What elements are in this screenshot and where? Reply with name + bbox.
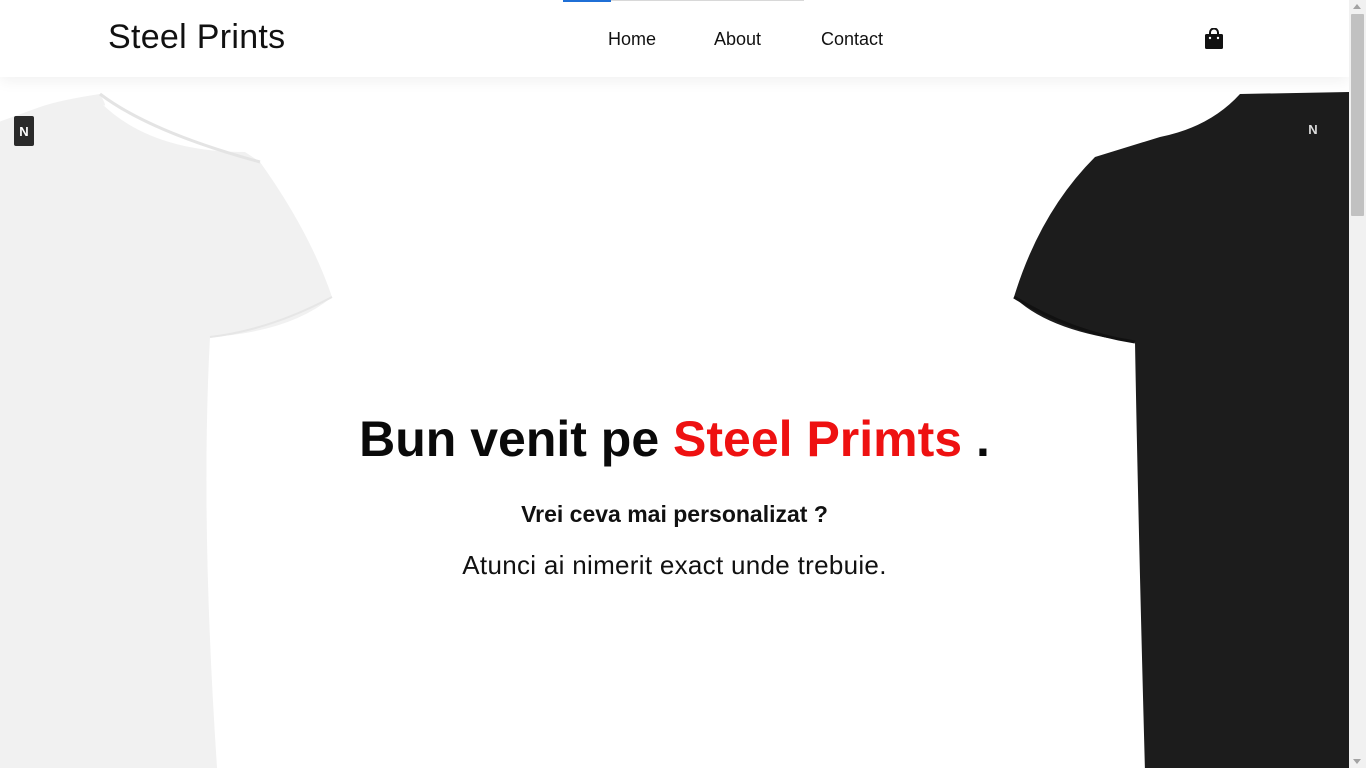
scroll-progress-bar — [563, 0, 804, 2]
hero-title: Bun venit pe Steel Primts . — [0, 405, 1349, 473]
scroll-progress-fill — [563, 0, 612, 2]
scroll-up-arrow-icon[interactable] — [1353, 4, 1361, 9]
hero-text: Atunci ai nimerit exact unde trebuie. — [462, 550, 887, 580]
nav-link-home[interactable]: Home — [608, 29, 656, 50]
hero-title-suffix: . — [962, 411, 990, 467]
hero-subtitle: Vrei ceva mai personalizat ? — [521, 501, 828, 527]
brand-tag-icon: N — [1303, 114, 1323, 144]
nav-link-about[interactable]: About — [714, 29, 761, 50]
hero-title-accent: Steel Primts — [673, 411, 963, 467]
brand-tag-icon: N — [14, 116, 34, 146]
hero-title-prefix: Bun venit pe — [359, 411, 674, 467]
hero-section: Bun venit pe Steel Primts . Vrei ceva ma… — [0, 405, 1349, 581]
page: Steel Prints Home About Contact N N Bun … — [0, 0, 1349, 768]
navbar: Steel Prints Home About Contact — [0, 0, 1349, 77]
shopping-bag-icon[interactable] — [1204, 28, 1224, 49]
main-nav: Home About Contact — [0, 29, 1349, 53]
vertical-scrollbar[interactable] — [1349, 0, 1366, 768]
scroll-down-arrow-icon[interactable] — [1353, 759, 1361, 764]
nav-link-contact[interactable]: Contact — [821, 29, 883, 50]
scrollbar-thumb[interactable] — [1351, 14, 1364, 216]
svg-text:N: N — [1308, 122, 1317, 137]
svg-text:N: N — [19, 124, 28, 139]
